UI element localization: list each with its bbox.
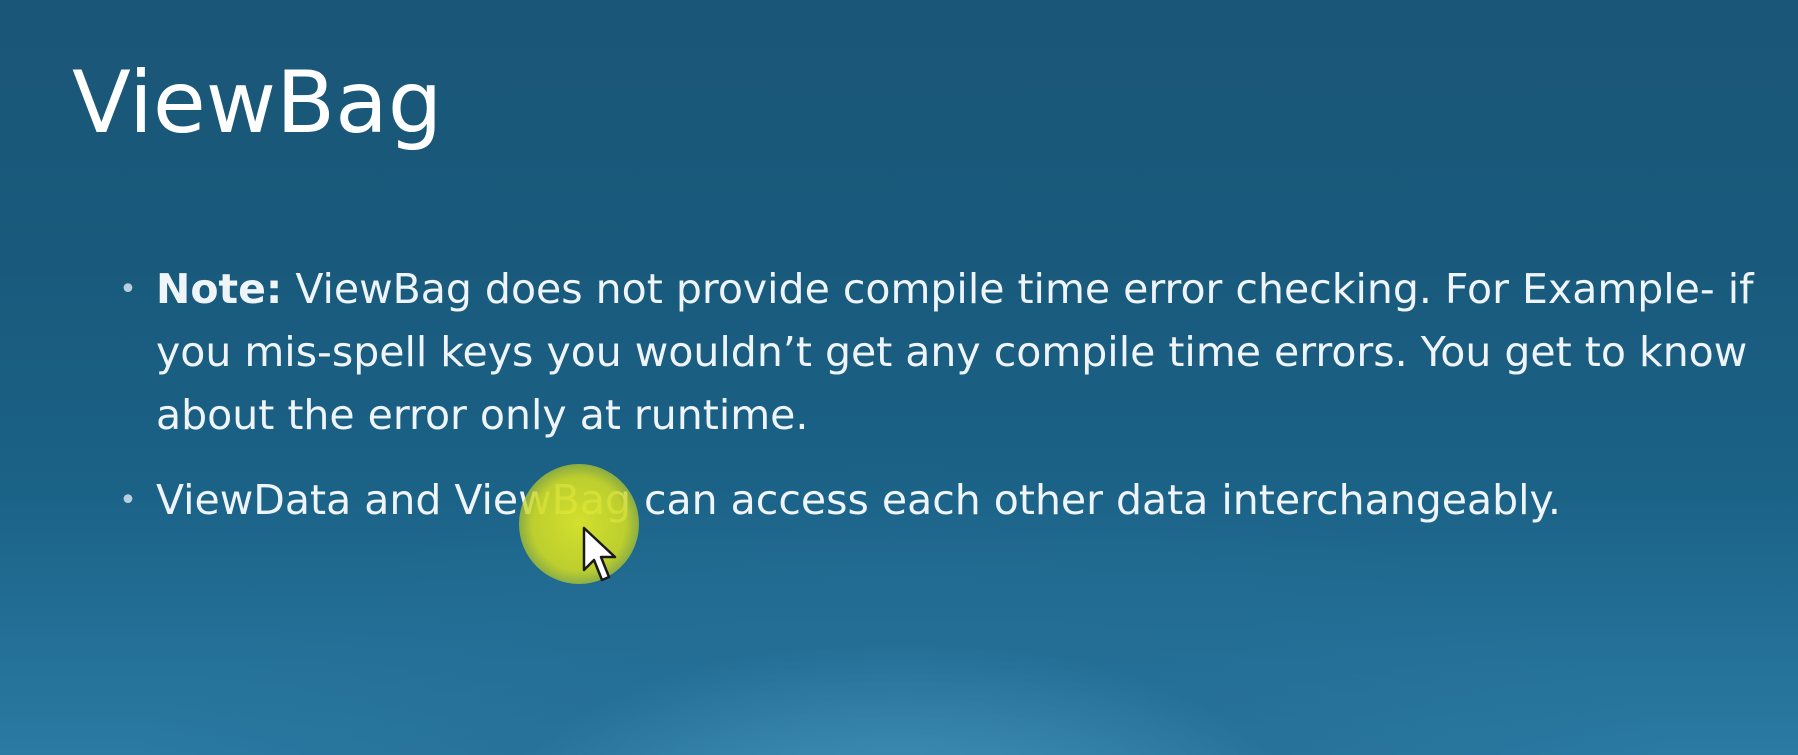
presentation-slide: ViewBag • Note: ViewBag does not provide… <box>0 0 1798 755</box>
bullet-list: • Note: ViewBag does not provide compile… <box>116 258 1756 554</box>
mouse-pointer-icon <box>582 526 617 582</box>
bullet-text: ViewBag does not provide compile time er… <box>156 265 1754 439</box>
bullet-item-note: • Note: ViewBag does not provide compile… <box>116 258 1756 447</box>
bullet-dot-icon: • <box>119 483 137 518</box>
note-label: Note: <box>156 265 283 313</box>
bullet-text: ViewData and ViewBag can access each oth… <box>156 476 1561 524</box>
bullet-dot-icon: • <box>119 272 137 307</box>
slide-title: ViewBag <box>72 53 443 153</box>
bullet-item-viewdata: • ViewData and ViewBag can access each o… <box>116 469 1756 532</box>
